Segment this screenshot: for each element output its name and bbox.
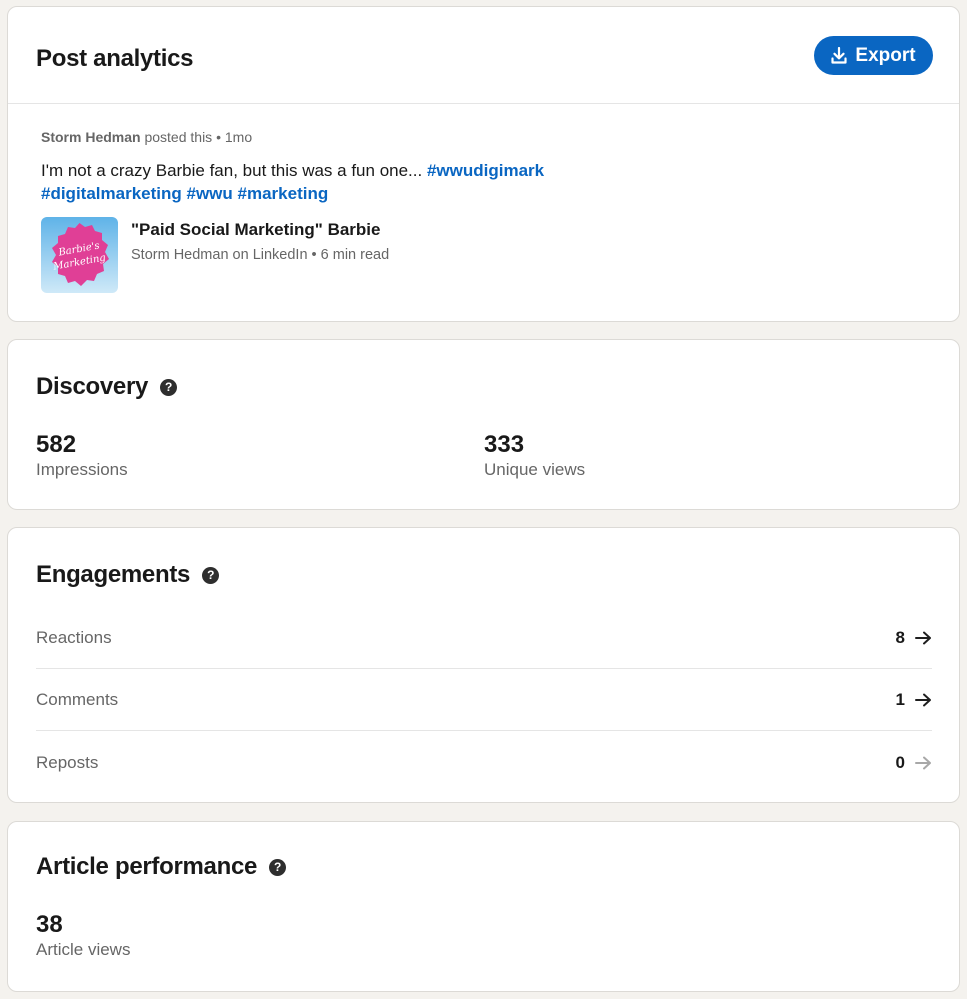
arrow-right-icon [915,756,931,770]
engagement-row-comments[interactable]: Comments 1 [36,669,932,731]
article-views-label: Article views [36,940,131,959]
question-circle-icon[interactable]: ? [202,566,220,584]
discovery-card: Discovery ? 582 Impressions 333 Unique v… [7,339,960,510]
post-action: posted this [144,129,213,145]
engagement-count: 1 [895,689,905,709]
meta-separator: • [311,247,317,263]
engagements-title: Engagements [36,561,191,588]
meta-separator: • [216,129,221,145]
hashtag-link[interactable]: #marketing [238,184,329,203]
engagement-count: 0 [895,753,905,772]
engagement-label: Reposts [36,753,99,772]
barbie-marketing-thumbnail-image: Barbie's Marketing [41,217,118,293]
article-thumbnail[interactable]: Barbie's Marketing [41,217,118,293]
article-subtitle: Storm Hedman on LinkedIn • 6 min read [131,247,389,263]
article-views-value: 38 [36,911,63,938]
question-circle-icon[interactable]: ? [269,858,287,876]
engagement-count: 8 [895,627,905,647]
impressions-label: Impressions [36,460,128,479]
engagement-row-reposts[interactable]: Reposts 0 [36,732,932,794]
engagement-row-reactions[interactable]: Reactions 8 [36,607,932,669]
arrow-right-icon [915,693,931,706]
hashtag-link[interactable]: #wwu [187,184,233,203]
hashtag-link[interactable]: #wwudigimark [427,161,544,180]
impressions-value: 582 [36,431,77,458]
article-title[interactable]: "Paid Social Marketing" Barbie [131,220,380,240]
hashtag-link[interactable]: #digitalmarketing [41,184,182,203]
card-header: Post analytics Export [8,7,959,104]
post-author[interactable]: Storm Hedman [41,129,141,145]
post-analytics-card: Post analytics Export Storm Hedman poste… [7,6,960,322]
post-text: I'm not a crazy Barbie fan, but this was… [41,159,601,205]
article-performance-card: Article performance ? 38 Article views [7,821,960,992]
download-icon [831,47,848,64]
question-circle-icon[interactable]: ? [160,378,178,396]
post-time: 1mo [224,129,253,145]
engagement-label: Reactions [36,627,112,647]
engagements-card: Engagements ? Reactions 8 Comments 1 Rep… [7,527,960,803]
engagement-value: 8 [896,628,932,648]
section-title-engagements: Engagements ? [36,561,220,589]
export-button[interactable]: Export [814,36,933,75]
engagement-label: Comments [36,689,119,709]
engagement-value: 1 [896,690,932,710]
post-body: I'm not a crazy Barbie fan, but this was… [41,161,423,180]
section-title-article-performance: Article performance ? [36,853,287,881]
page-title: Post analytics [36,45,194,72]
article-read-time: 6 min read [320,247,390,263]
discovery-title: Discovery [36,373,149,400]
article-performance-title: Article performance [36,853,258,880]
export-label: Export [855,44,916,66]
article-source: Storm Hedman on LinkedIn [131,247,308,263]
unique-views-value: 333 [484,431,525,458]
post-meta: Storm Hedman posted this • 1mo [41,129,252,145]
arrow-right-icon [915,631,931,644]
engagement-value: 0 [896,753,932,773]
unique-views-label: Unique views [484,460,586,479]
section-title-discovery: Discovery ? [36,373,178,401]
